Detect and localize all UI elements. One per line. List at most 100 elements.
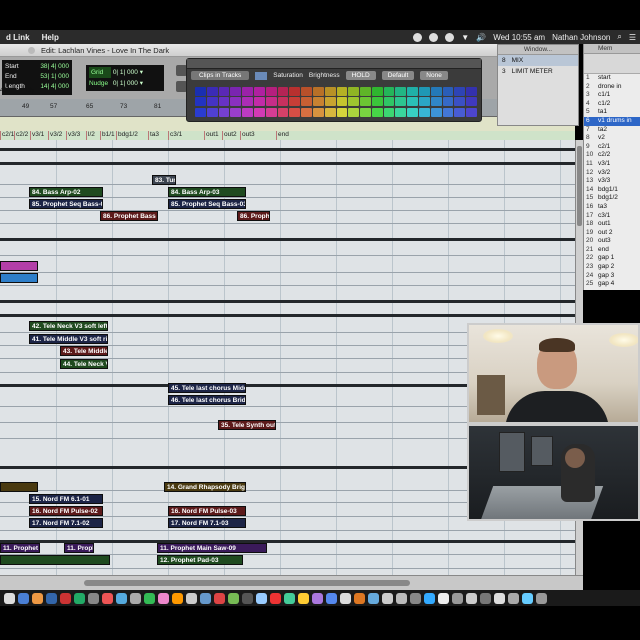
dock-app-icon[interactable] [368, 592, 379, 604]
marker[interactable]: ta3 [148, 131, 159, 140]
marker[interactable]: bdg1/2 [116, 131, 138, 140]
target-select[interactable]: Clips in Tracks [191, 71, 250, 80]
dock-app-icon[interactable] [410, 592, 421, 604]
color-swatch[interactable] [206, 87, 218, 96]
memory-location-item[interactable]: 2 drone in [584, 83, 640, 92]
dock-app-icon[interactable] [172, 592, 183, 604]
color-swatch[interactable] [195, 97, 206, 107]
color-swatch[interactable] [360, 87, 371, 96]
audio-clip[interactable]: 17. Nord FM 7.1-02 [29, 518, 103, 528]
dock-app-icon[interactable] [130, 592, 141, 604]
window-config-item[interactable]: 8 MIX [498, 55, 578, 66]
color-swatch[interactable] [312, 107, 324, 117]
marker[interactable]: b1/1 [100, 131, 115, 140]
color-swatch[interactable] [419, 107, 430, 117]
audio-clip[interactable]: 42. Tele Neck V3 soft left-01.L [29, 321, 108, 331]
color-swatch[interactable] [371, 87, 383, 96]
color-swatch[interactable] [466, 107, 477, 117]
memory-location-item[interactable]: 9 c2/1 [584, 143, 640, 152]
audio-clip[interactable]: 16. Nord FM Pulse-03 [168, 506, 246, 516]
audio-clip[interactable]: 12. Prophet Pad-03 [157, 555, 243, 565]
color-swatch[interactable] [407, 107, 419, 117]
color-swatch[interactable] [301, 107, 312, 117]
memory-location-item[interactable]: 1 start [584, 74, 640, 83]
dock-app-icon[interactable] [242, 592, 253, 604]
audio-clip[interactable]: 84. Bass Arp-02 [29, 187, 103, 197]
dock-app-icon[interactable] [536, 592, 547, 604]
audio-clip[interactable]: 43. Tele Middle V [60, 346, 108, 356]
color-swatch[interactable] [206, 97, 218, 107]
audio-clip[interactable]: 84. Bass Arp-03 [168, 187, 246, 197]
dock-app-icon[interactable] [144, 592, 155, 604]
dock-app-icon[interactable] [522, 592, 533, 604]
color-swatch[interactable] [466, 87, 477, 96]
window-close-icon[interactable] [28, 46, 35, 54]
memory-location-item[interactable]: 5 ta1 [584, 108, 640, 117]
audio-clip[interactable]: 11. Prophet Main [0, 543, 40, 553]
memory-location-item[interactable]: 8 v2 [584, 134, 640, 143]
audio-clip[interactable]: 86. Prophet Bass (no [100, 211, 158, 221]
color-swatch[interactable] [419, 97, 430, 107]
memory-location-item[interactable]: 16 ta3 [584, 203, 640, 212]
memory-location-item[interactable]: 24 gap 3 [584, 272, 640, 281]
scroll-thumb[interactable] [577, 146, 582, 226]
length-value[interactable]: 14| 4| 000 [40, 82, 69, 92]
dock-app-icon[interactable] [396, 592, 407, 604]
dock-app-icon[interactable] [340, 592, 351, 604]
audio-clip[interactable] [0, 555, 110, 565]
dock-app-icon[interactable] [214, 592, 225, 604]
audio-clip[interactable]: 16. Nord FM Pulse-02 [29, 506, 103, 516]
color-swatch[interactable] [195, 87, 206, 96]
color-swatch[interactable] [454, 97, 466, 107]
color-swatch[interactable] [360, 107, 371, 117]
dock-app-icon[interactable] [382, 592, 393, 604]
color-swatch[interactable] [383, 97, 395, 107]
memory-location-item[interactable]: 4 c1/2 [584, 100, 640, 109]
dock-app-icon[interactable] [186, 592, 197, 604]
color-swatch[interactable] [454, 87, 466, 96]
color-swatch[interactable] [348, 87, 360, 96]
dock-app-icon[interactable] [102, 592, 113, 604]
marker[interactable]: l/2 [86, 131, 95, 140]
color-swatch[interactable] [230, 97, 242, 107]
color-swatch[interactable] [324, 87, 336, 96]
dock-app-icon[interactable] [494, 592, 505, 604]
memory-location-item[interactable]: 22 gap 1 [584, 254, 640, 263]
dock-app-icon[interactable] [4, 592, 15, 604]
memory-location-item[interactable]: 10 c2/2 [584, 151, 640, 160]
color-swatch[interactable] [360, 97, 371, 107]
status-icon[interactable] [413, 32, 423, 42]
audio-clip[interactable]: 83. Tun [152, 175, 176, 185]
end-value[interactable]: 53| 1| 000 [40, 72, 69, 82]
grid-nudge-panel[interactable]: Grid 0| 1| 000 ▾ Nudge 0| 1| 000 ▾ [86, 65, 164, 91]
color-swatch[interactable] [253, 87, 265, 96]
memory-location-item[interactable]: 12 v3/2 [584, 169, 640, 178]
color-swatch[interactable] [265, 87, 277, 96]
color-swatches[interactable] [195, 87, 477, 117]
color-swatch[interactable] [336, 87, 348, 96]
dock-app-icon[interactable] [116, 592, 127, 604]
color-swatch[interactable] [395, 107, 407, 117]
dock-app-icon[interactable] [18, 592, 29, 604]
audio-clip[interactable]: 17. Nord FM 7.1-03 [168, 518, 246, 528]
audio-clip[interactable]: 86. Prophet [237, 211, 270, 221]
memory-location-item[interactable]: 19 out 2 [584, 229, 640, 238]
notification-icon[interactable]: ☰ [629, 33, 636, 42]
color-swatch[interactable] [442, 97, 454, 107]
memory-location-item[interactable]: 25 gap 4 [584, 280, 640, 289]
color-swatch[interactable] [289, 97, 301, 107]
menu-help[interactable]: Help [42, 33, 59, 42]
color-swatch[interactable] [218, 87, 230, 96]
wifi-icon[interactable]: ▼ [461, 33, 469, 42]
marker[interactable]: end [276, 131, 289, 140]
menu-app-name[interactable]: d Link [6, 33, 30, 42]
memory-location-item[interactable]: 21 end [584, 246, 640, 255]
color-swatch[interactable] [289, 107, 301, 117]
color-swatch[interactable] [419, 87, 430, 96]
audio-clip[interactable]: 35. Tele Synth outro-( [218, 420, 276, 430]
color-swatch[interactable] [289, 87, 301, 96]
color-swatch[interactable] [277, 87, 289, 96]
status-icon[interactable] [445, 32, 455, 42]
dock-app-icon[interactable] [326, 592, 337, 604]
memory-location-item[interactable]: 23 gap 2 [584, 263, 640, 272]
